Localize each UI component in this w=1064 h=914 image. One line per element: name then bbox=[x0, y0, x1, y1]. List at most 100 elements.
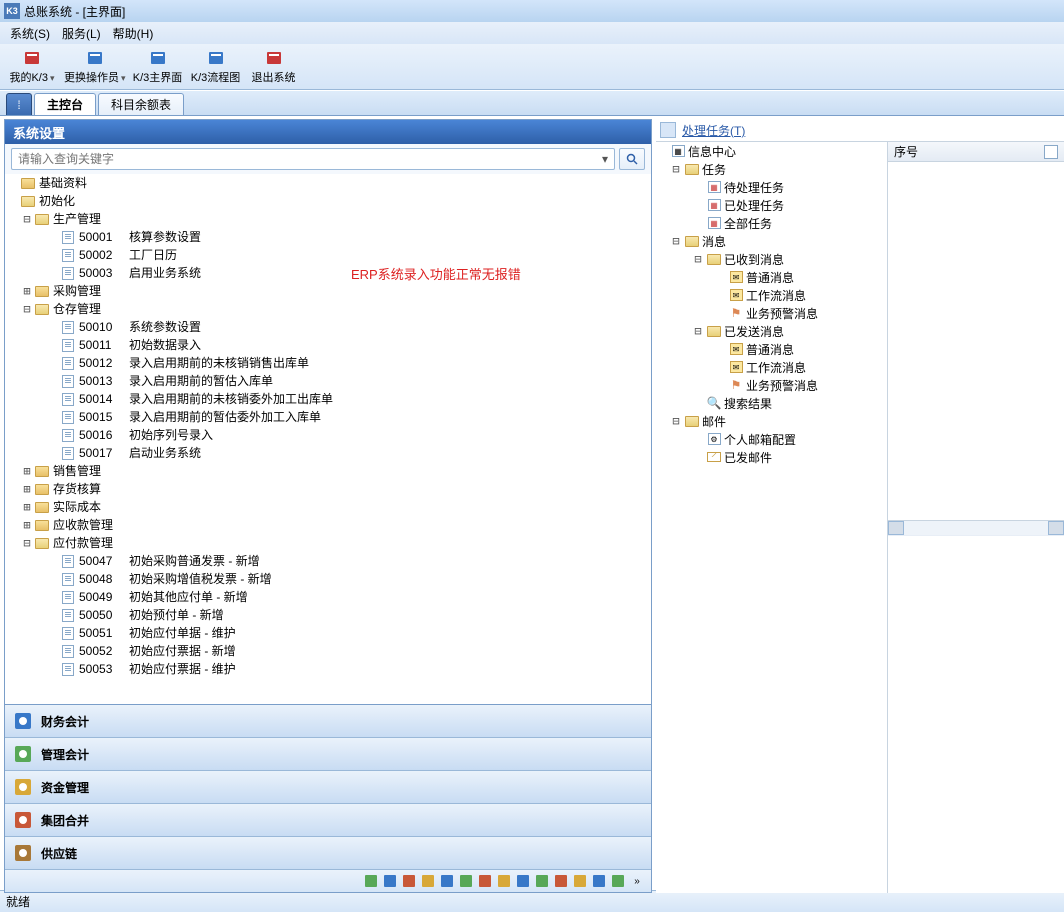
expand-icon[interactable]: ⊟ bbox=[670, 234, 682, 248]
expand-icon[interactable] bbox=[692, 216, 704, 230]
tree-item[interactable]: 50051初始应付单据 - 维护 bbox=[5, 624, 651, 642]
task-tree-item[interactable]: 🔍搜索结果 bbox=[656, 394, 887, 412]
expand-icon[interactable] bbox=[692, 198, 704, 212]
strip-icon-1[interactable] bbox=[382, 873, 398, 889]
expand-icon[interactable] bbox=[7, 192, 19, 210]
tree-folder[interactable]: ⊞采购管理 bbox=[5, 282, 651, 300]
expand-icon[interactable]: ⊞ bbox=[21, 498, 33, 516]
search-button[interactable] bbox=[619, 148, 645, 170]
tree-item[interactable]: 50047初始采购普通发票 - 新增 bbox=[5, 552, 651, 570]
expand-icon[interactable] bbox=[714, 342, 726, 356]
scroll-left-icon[interactable] bbox=[888, 521, 904, 535]
tree-folder[interactable]: ⊞存货核算 bbox=[5, 480, 651, 498]
k3-flow-button[interactable]: K/3流程图 bbox=[190, 46, 242, 88]
strip-icon-2[interactable] bbox=[401, 873, 417, 889]
menu-item[interactable]: 服务(L) bbox=[58, 23, 105, 44]
tree-item[interactable]: 50003启用业务系统 bbox=[5, 264, 651, 282]
scroll-right-icon[interactable] bbox=[1048, 521, 1064, 535]
task-tree-item[interactable]: ✉工作流消息 bbox=[656, 286, 887, 304]
search-dropdown-icon[interactable]: ▾ bbox=[602, 152, 608, 166]
expand-icon[interactable] bbox=[714, 288, 726, 302]
strip-icon-4[interactable] bbox=[439, 873, 455, 889]
strip-icon-12[interactable] bbox=[591, 873, 607, 889]
tree-folder[interactable]: ⊟生产管理 bbox=[5, 210, 651, 228]
strip-icon-3[interactable] bbox=[420, 873, 436, 889]
expand-icon[interactable] bbox=[692, 396, 704, 410]
expand-icon[interactable] bbox=[692, 180, 704, 194]
task-tree-item[interactable]: ▦信息中心 bbox=[656, 142, 887, 160]
strip-icon-9[interactable] bbox=[534, 873, 550, 889]
search-box[interactable]: ▾ bbox=[11, 148, 615, 170]
strip-icon-7[interactable] bbox=[496, 873, 512, 889]
menu-item[interactable]: 帮助(H) bbox=[109, 23, 158, 44]
h-scrollbar[interactable] bbox=[888, 520, 1064, 536]
tree-item[interactable]: 50011初始数据录入 bbox=[5, 336, 651, 354]
expand-icon[interactable]: ⊟ bbox=[21, 210, 33, 228]
strip-icon-6[interactable] bbox=[477, 873, 493, 889]
tree-item[interactable]: 50049初始其他应付单 - 新增 bbox=[5, 588, 651, 606]
expand-icon[interactable]: ⊞ bbox=[21, 282, 33, 300]
nav-zijin[interactable]: 资金管理 bbox=[5, 771, 651, 804]
tree-item[interactable]: 50012录入启用期前的未核销销售出库单 bbox=[5, 354, 651, 372]
switch-op-button[interactable]: 更换操作员 bbox=[64, 46, 126, 88]
expand-icon[interactable]: ⊞ bbox=[21, 480, 33, 498]
tree-folder[interactable]: ⊟应付款管理 bbox=[5, 534, 651, 552]
expand-icon[interactable] bbox=[692, 450, 704, 464]
task-tree-item[interactable]: ⊟已发送消息 bbox=[656, 322, 887, 340]
k3-main-button[interactable]: K/3主界面 bbox=[132, 46, 184, 88]
strip-icon-11[interactable] bbox=[572, 873, 588, 889]
expand-icon[interactable]: ⊟ bbox=[692, 252, 704, 266]
my-k3-button[interactable]: 我的K/3 bbox=[6, 46, 58, 88]
tree-item[interactable]: 50048初始采购增值税发票 - 新增 bbox=[5, 570, 651, 588]
task-tree-item[interactable]: ✉工作流消息 bbox=[656, 358, 887, 376]
strip-icon-10[interactable] bbox=[553, 873, 569, 889]
tree-item[interactable]: 50001核算参数设置 bbox=[5, 228, 651, 246]
tree-item[interactable]: 50052初始应付票据 - 新增 bbox=[5, 642, 651, 660]
task-tree-item[interactable]: ▦已处理任务 bbox=[656, 196, 887, 214]
strip-icon-8[interactable] bbox=[515, 873, 531, 889]
expand-icon[interactable]: ⊟ bbox=[21, 300, 33, 318]
tree-item[interactable]: 50050初始预付单 - 新增 bbox=[5, 606, 651, 624]
tree-folder[interactable]: 基础资料 bbox=[5, 174, 651, 192]
task-tree-item[interactable]: 已发邮件 bbox=[656, 448, 887, 466]
menu-item[interactable]: 系统(S) bbox=[6, 23, 54, 44]
expand-icon[interactable] bbox=[714, 270, 726, 284]
search-input[interactable] bbox=[18, 152, 602, 166]
tree-folder[interactable]: ⊞实际成本 bbox=[5, 498, 651, 516]
scroll-track[interactable] bbox=[904, 521, 1048, 535]
nav-jituan[interactable]: 集团合并 bbox=[5, 804, 651, 837]
tree-item[interactable]: 50013录入启用期前的暂估入库单 bbox=[5, 372, 651, 390]
expand-icon[interactable]: ⊟ bbox=[21, 534, 33, 552]
tree-item[interactable]: 50002工厂日历 bbox=[5, 246, 651, 264]
nav-guanli[interactable]: 管理会计 bbox=[5, 738, 651, 771]
exit-button[interactable]: 退出系统 bbox=[248, 46, 300, 88]
task-tree-item[interactable]: ⊟任务 bbox=[656, 160, 887, 178]
nav-gongying[interactable]: 供应链 bbox=[5, 837, 651, 870]
tree-item[interactable]: 50014录入启用期前的未核销委外加工出库单 bbox=[5, 390, 651, 408]
tree-item[interactable]: 50015录入启用期前的暂估委外加工入库单 bbox=[5, 408, 651, 426]
task-tree-item[interactable]: ⊟邮件 bbox=[656, 412, 887, 430]
tree-folder[interactable]: ⊞应收款管理 bbox=[5, 516, 651, 534]
task-tree-item[interactable]: ▦待处理任务 bbox=[656, 178, 887, 196]
expand-icon[interactable] bbox=[714, 306, 726, 320]
task-tree-item[interactable]: ⊟消息 bbox=[656, 232, 887, 250]
tab-kemuyue[interactable]: 科目余额表 bbox=[98, 93, 184, 115]
expand-icon[interactable]: ⊟ bbox=[670, 162, 682, 176]
tree-item[interactable]: 50053初始应付票据 - 维护 bbox=[5, 660, 651, 678]
task-tree-item[interactable]: ⊟已收到消息 bbox=[656, 250, 887, 268]
task-tree-item[interactable]: ⚙个人邮箱配置 bbox=[656, 430, 887, 448]
expand-icon[interactable] bbox=[656, 144, 668, 158]
expand-icon[interactable] bbox=[692, 432, 704, 446]
expand-icon[interactable]: ⊞ bbox=[21, 516, 33, 534]
strip-more-icon[interactable]: » bbox=[629, 873, 645, 889]
task-tree-item[interactable]: ✉普通消息 bbox=[656, 340, 887, 358]
strip-icon-0[interactable] bbox=[363, 873, 379, 889]
expand-icon[interactable] bbox=[7, 174, 19, 192]
tree-folder[interactable]: ⊞销售管理 bbox=[5, 462, 651, 480]
tree-item[interactable]: 50017启动业务系统 bbox=[5, 444, 651, 462]
strip-icon-13[interactable] bbox=[610, 873, 626, 889]
task-tree-item[interactable]: ⚑业务预警消息 bbox=[656, 304, 887, 322]
tree-container[interactable]: 基础资料 初始化⊟生产管理 50001核算参数设置 50002工厂日历 5000… bbox=[5, 174, 651, 704]
strip-icon-5[interactable] bbox=[458, 873, 474, 889]
expand-icon[interactable]: ⊟ bbox=[670, 414, 682, 428]
